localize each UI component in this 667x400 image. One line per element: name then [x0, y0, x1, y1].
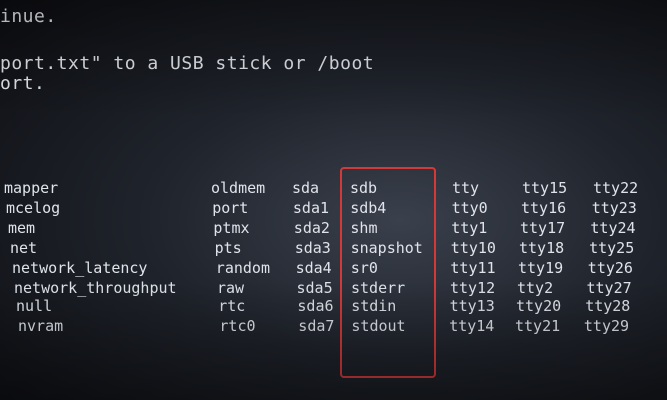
dev-entry: port	[212, 199, 249, 217]
dev-entry: tty15	[522, 179, 568, 197]
dev-entry: tty1	[451, 219, 488, 237]
dev-entry: tty21	[515, 317, 561, 335]
dev-entry: tty19	[518, 259, 564, 277]
dev-entry: sda	[292, 179, 320, 197]
dev-entry: tty17	[520, 219, 566, 237]
dev-entry: sda3	[294, 239, 331, 257]
dev-entry: pts	[214, 239, 242, 257]
dev-entry: tty14	[449, 317, 495, 335]
dev-entry: tty20	[516, 297, 562, 315]
dev-entry: raw	[217, 279, 245, 297]
dev-entry: oldmem	[211, 179, 266, 197]
dev-entry: tty0	[451, 199, 488, 217]
dev-entry: random	[215, 259, 270, 277]
dev-entry: network_latency	[12, 259, 148, 277]
dev-entry: tty13	[449, 297, 495, 315]
dev-entry: tty26	[587, 259, 633, 277]
dev-entry: tty24	[590, 219, 636, 237]
console-line-report-end: ort.	[0, 73, 46, 94]
dev-entry: tty11	[450, 259, 496, 277]
dev-entry: tty29	[583, 317, 630, 335]
dev-entry: tty27	[586, 279, 632, 297]
dev-entry: mem	[8, 219, 36, 237]
dev-entry: sda6	[297, 297, 334, 315]
dev-entry: tty2	[517, 279, 554, 297]
terminal-screen: inue. port.txt" to a USB stick or /boot …	[0, 0, 667, 400]
dev-entry: sda5	[296, 279, 333, 297]
console-line-continue: inue.	[0, 6, 57, 27]
dev-entry: tty28	[585, 297, 631, 315]
dev-entry: tty16	[521, 199, 567, 217]
dev-entry: sda2	[293, 219, 330, 237]
dev-entry: tty18	[519, 239, 565, 257]
highlight-box-sdb-column	[340, 167, 436, 378]
dev-entry: tty	[452, 179, 480, 197]
dev-entry: tty10	[450, 239, 496, 257]
dev-entry: rtc0	[219, 317, 256, 335]
dev-entry: mcelog	[6, 199, 61, 217]
dev-entry: tty22	[593, 179, 639, 197]
dev-entry: tty23	[591, 199, 637, 217]
dev-entry: sda7	[298, 317, 335, 335]
dev-entry: tty25	[589, 239, 635, 257]
console-line-report-instruction: port.txt" to a USB stick or /boot	[0, 53, 375, 74]
dev-entry: mapper	[4, 179, 59, 197]
dev-entry: nvram	[18, 317, 64, 335]
dev-entry: null	[16, 297, 53, 315]
dev-entry: sda1	[292, 199, 330, 217]
dev-entry: tty12	[450, 279, 496, 297]
dev-entry: network_throughput	[14, 279, 177, 297]
dev-entry: net	[10, 239, 38, 257]
dev-entry: sda4	[295, 259, 332, 277]
dev-entry: ptmx	[213, 219, 250, 237]
dev-entry: rtc	[218, 297, 246, 315]
